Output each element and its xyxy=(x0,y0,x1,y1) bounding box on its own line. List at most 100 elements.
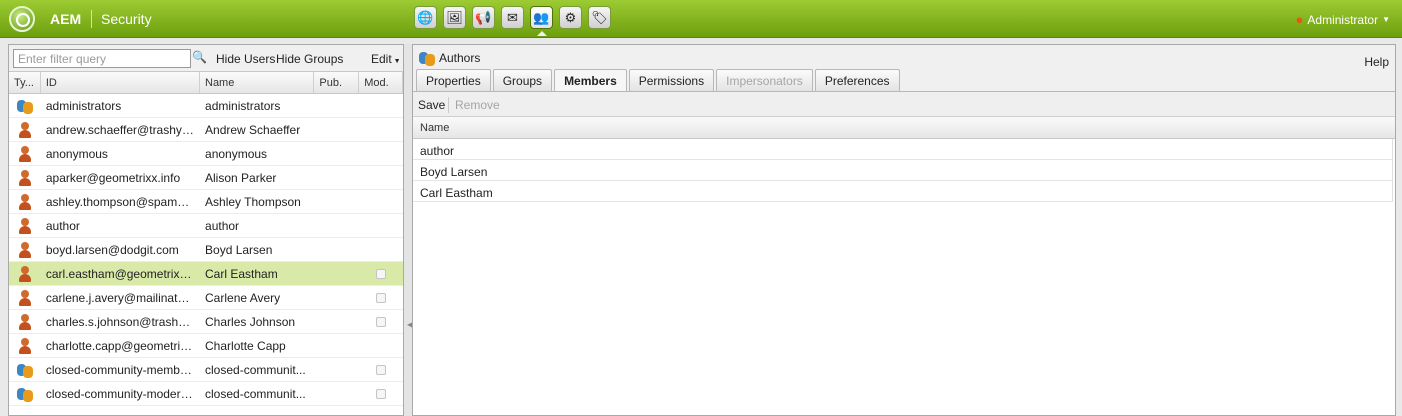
list-header: Ty... ID Name Pub. Mod. xyxy=(9,72,403,94)
user-icon xyxy=(18,265,32,282)
table-row[interactable]: anonymous anonymous xyxy=(9,142,403,166)
id-cell: boyd.larsen@dodgit.com xyxy=(45,242,179,257)
user-icon xyxy=(18,145,32,162)
table-row[interactable]: boyd.larsen@dodgit.com Boyd Larsen xyxy=(9,238,403,262)
column-id[interactable]: ID xyxy=(41,72,200,93)
tab-preferences[interactable]: Preferences xyxy=(814,69,900,91)
help-link[interactable]: Help xyxy=(1364,55,1389,69)
search-icon[interactable]: 🔍 xyxy=(192,50,209,67)
table-row[interactable]: charlotte.capp@geometrixx-... Charlotte C… xyxy=(9,334,403,358)
column-modified[interactable]: Mod. xyxy=(359,72,403,93)
modified-checkbox[interactable] xyxy=(376,388,387,399)
tag-icon[interactable]: 🏷 xyxy=(588,6,611,29)
table-row[interactable]: carlene.j.avery@mailinator.c... Carlene A… xyxy=(9,286,403,310)
group-icon xyxy=(16,98,33,114)
name-cell: closed-communit... xyxy=(205,362,306,377)
type-cell xyxy=(9,386,41,402)
chevron-down-icon: ▼ xyxy=(1382,15,1390,24)
modified-cell xyxy=(359,292,403,303)
modified-checkbox[interactable] xyxy=(376,292,387,303)
detail-tabs: Properties Groups Members Permissions Im… xyxy=(416,69,900,91)
name-cell: Andrew Schaeffer xyxy=(205,122,301,137)
tab-permissions[interactable]: Permissions xyxy=(628,69,715,91)
panel-splitter[interactable] xyxy=(404,44,412,416)
user-icon: ● xyxy=(1295,12,1304,27)
group-icon xyxy=(16,386,33,402)
table-row[interactable]: author author xyxy=(9,214,403,238)
table-row[interactable]: aparker@geometrixx.info Alison Parker xyxy=(9,166,403,190)
column-type[interactable]: Ty... xyxy=(9,72,41,93)
name-cell: Boyd Larsen xyxy=(205,242,273,257)
table-row[interactable]: administrators administrators xyxy=(9,94,403,118)
modified-cell xyxy=(359,268,403,279)
member-row[interactable]: author xyxy=(413,139,1392,160)
tab-properties[interactable]: Properties xyxy=(416,69,491,91)
group-icon xyxy=(16,362,33,378)
user-icon xyxy=(18,193,32,210)
member-row[interactable]: Boyd Larsen xyxy=(413,160,1392,181)
section-title: Security xyxy=(101,11,152,27)
hide-users-button[interactable]: Hide Users xyxy=(216,52,275,66)
user-icon xyxy=(18,217,32,234)
app-switcher: 🌐 🖼 📢 ✉ 👥 ⚙ 🏷 xyxy=(414,6,611,36)
tab-groups[interactable]: Groups xyxy=(492,69,553,91)
name-cell: Carl Eastham xyxy=(205,266,278,281)
aem-logo-icon[interactable] xyxy=(9,6,35,32)
column-published[interactable]: Pub. xyxy=(314,72,360,93)
edit-menu-button[interactable]: Edit ▼ xyxy=(371,52,401,66)
type-cell xyxy=(9,265,41,282)
id-cell: carl.eastham@geometrixx-m... xyxy=(45,266,201,281)
type-cell xyxy=(9,217,41,234)
members-column-name[interactable]: Name xyxy=(413,117,1395,139)
modified-cell xyxy=(359,364,403,375)
table-row[interactable]: charles.s.johnson@trashyma... Charles Joh… xyxy=(9,310,403,334)
hide-groups-button[interactable]: Hide Groups xyxy=(276,52,343,66)
table-row[interactable]: closed-community-moderators closed-commun… xyxy=(9,382,403,406)
members-list: author Boyd Larsen Carl Eastham xyxy=(413,139,1393,202)
tools-icon[interactable]: ⚙ xyxy=(559,6,582,29)
id-cell: author xyxy=(45,218,80,233)
user-icon xyxy=(18,313,32,330)
name-cell: closed-communit... xyxy=(205,386,306,401)
detail-title: Authors xyxy=(419,50,480,66)
members-toolbar: Save Remove xyxy=(413,91,1395,117)
name-cell: Ashley Thompson xyxy=(205,194,301,209)
table-row[interactable]: ashley.thompson@spambob.... Ashley Thomps… xyxy=(9,190,403,214)
table-row[interactable]: andrew.schaeffer@trashyma... Andrew Schae… xyxy=(9,118,403,142)
table-row[interactable]: closed-community-members closed-communit.… xyxy=(9,358,403,382)
type-cell xyxy=(9,145,41,162)
globe-icon[interactable]: 🌐 xyxy=(414,6,437,29)
users-icon[interactable]: 👥 xyxy=(530,6,553,36)
id-cell: andrew.schaeffer@trashyma... xyxy=(45,122,201,137)
user-icon xyxy=(18,289,32,306)
user-icon xyxy=(18,121,32,138)
images-icon[interactable]: 🖼 xyxy=(443,6,466,29)
id-cell: closed-community-moderators xyxy=(45,386,201,401)
id-cell: charles.s.johnson@trashyma... xyxy=(45,314,201,329)
table-row[interactable]: carl.eastham@geometrixx-m... Carl Eastham xyxy=(9,262,403,286)
user-menu[interactable]: ● Administrator ▼ xyxy=(1296,12,1390,27)
authorizable-list-panel: 🔍 Hide Users Hide Groups Edit ▼ Ty... ID… xyxy=(8,44,404,416)
id-cell: carlene.j.avery@mailinator.c... xyxy=(45,290,201,305)
type-cell xyxy=(9,241,41,258)
mail-icon[interactable]: ✉ xyxy=(501,6,524,29)
id-cell: aparker@geometrixx.info xyxy=(45,170,181,185)
name-cell: Alison Parker xyxy=(205,170,277,185)
detail-header: Authors Help Properties Groups Members P… xyxy=(413,45,1395,91)
modified-cell xyxy=(359,316,403,327)
tab-impersonators: Impersonators xyxy=(716,69,813,91)
id-cell: ashley.thompson@spambob.... xyxy=(45,194,201,209)
name-cell: Charles Johnson xyxy=(205,314,296,329)
save-button[interactable]: Save xyxy=(418,98,445,112)
chevron-down-icon: ▼ xyxy=(391,58,401,65)
member-row[interactable]: Carl Eastham xyxy=(413,181,1392,202)
modified-checkbox[interactable] xyxy=(376,364,387,375)
filter-input[interactable] xyxy=(13,49,191,68)
tab-members[interactable]: Members xyxy=(554,69,627,91)
type-cell xyxy=(9,98,41,114)
campaign-icon[interactable]: 📢 xyxy=(472,6,495,29)
column-name[interactable]: Name xyxy=(200,72,315,93)
modified-checkbox[interactable] xyxy=(376,268,387,279)
type-cell xyxy=(9,289,41,306)
modified-checkbox[interactable] xyxy=(376,316,387,327)
